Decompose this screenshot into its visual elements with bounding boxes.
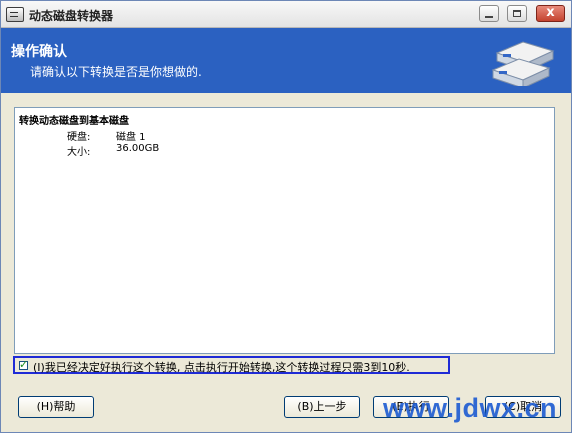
confirmation-checkbox-row[interactable]: (I)我已经决定好执行这个转换, 点击执行开始转换,这个转换过程只需3到10秒. xyxy=(13,356,450,374)
hard-drives-icon xyxy=(491,41,555,86)
wizard-header-banner: 操作确认 请确认以下转换是否是你想做的. xyxy=(1,28,571,93)
back-button[interactable]: (B)上一步 xyxy=(284,396,360,418)
operation-summary-panel: 转换动态磁盘到基本磁盘 硬盘: 磁盘 1 大小: 36.00GB xyxy=(14,107,555,354)
help-button[interactable]: (H)帮助 xyxy=(18,396,94,418)
banner-title: 操作确认 xyxy=(11,44,67,60)
close-button[interactable]: x xyxy=(536,5,565,22)
close-icon: x xyxy=(546,5,555,20)
minimize-icon xyxy=(485,16,493,18)
size-label: 大小: xyxy=(67,147,91,158)
banner-subtitle: 请确认以下转换是否是你想做的. xyxy=(30,65,202,79)
title-bar[interactable]: 动态磁盘转换器 x xyxy=(1,1,571,28)
size-value: 36.00GB xyxy=(116,143,160,154)
dialog-window: 动态磁盘转换器 x 操作确认 请确认以下转换是否是你想做的. 转换动态磁盘到基本… xyxy=(0,0,572,433)
disk-value: 磁盘 1 xyxy=(116,132,146,143)
maximize-button[interactable] xyxy=(507,5,527,22)
disk-converter-app-icon xyxy=(6,7,24,22)
window-title: 动态磁盘转换器 xyxy=(29,9,114,23)
summary-heading: 转换动态磁盘到基本磁盘 xyxy=(19,116,129,127)
website-watermark: www.jdwx.cn xyxy=(383,393,558,423)
disk-label: 硬盘: xyxy=(67,132,91,143)
confirmation-checkbox[interactable] xyxy=(19,358,28,371)
confirmation-text: (I)我已经决定好执行这个转换, 点击执行开始转换,这个转换过程只需3到10秒. xyxy=(33,361,410,374)
maximize-icon xyxy=(513,10,521,17)
minimize-button[interactable] xyxy=(479,5,499,22)
